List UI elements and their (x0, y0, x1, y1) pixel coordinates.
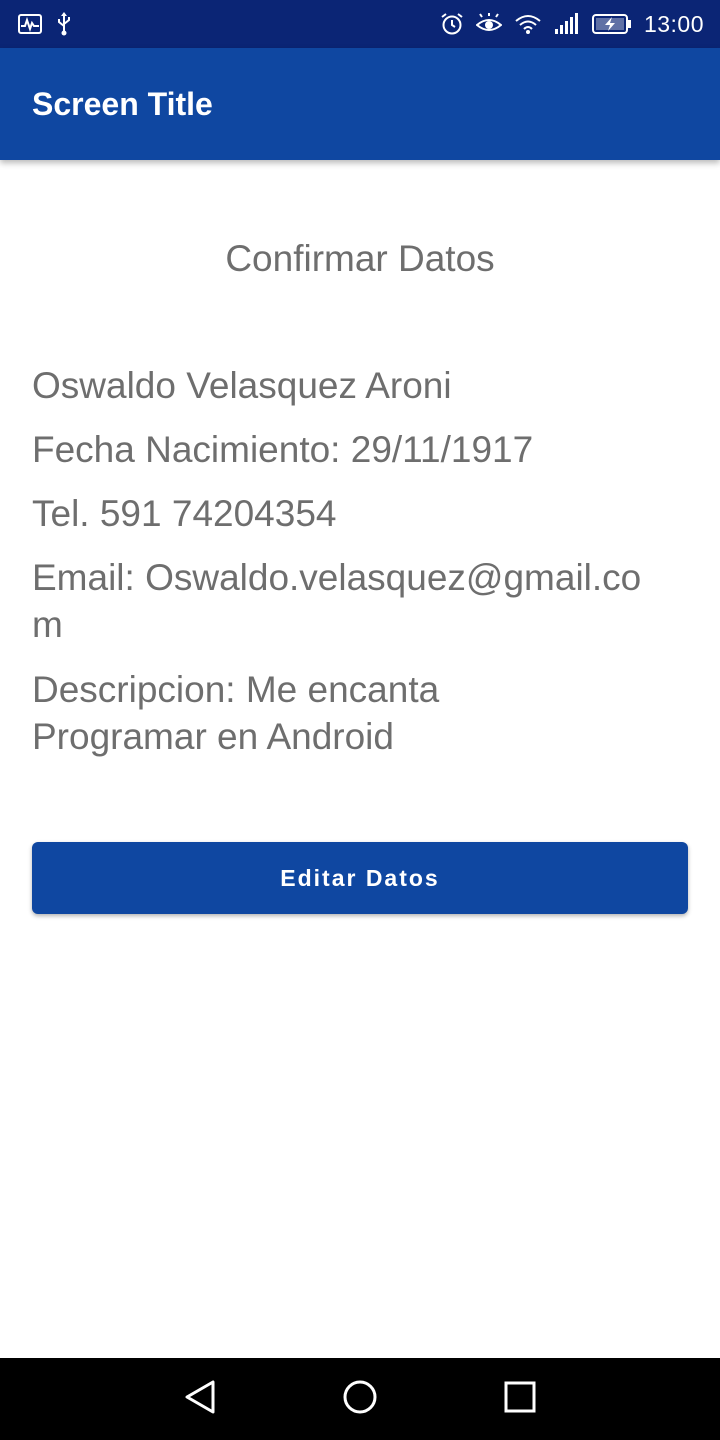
navigation-bar (0, 1358, 720, 1440)
birth-date-text: Fecha Nacimiento: 29/11/1917 (32, 429, 534, 470)
alarm-icon (440, 12, 464, 36)
recents-button[interactable] (470, 1358, 570, 1440)
edit-data-button[interactable]: Editar Datos (32, 842, 688, 914)
back-icon (183, 1379, 217, 1420)
status-time: 13:00 (643, 10, 704, 37)
battery-icon (591, 13, 632, 35)
phone-text: Tel. 591 74204354 (32, 493, 337, 534)
home-icon (342, 1379, 378, 1420)
status-right: 13:00 (440, 11, 704, 38)
email-text: Email: Oswaldo.velasquez@gmail.com (32, 557, 642, 645)
eye-icon (475, 13, 502, 35)
usb-icon (56, 12, 72, 36)
status-left (18, 12, 72, 36)
recents-icon (503, 1380, 537, 1419)
screen-title: Screen Title (32, 85, 213, 122)
back-button[interactable] (150, 1358, 250, 1440)
home-button[interactable] (310, 1358, 410, 1440)
activity-icon (18, 14, 42, 34)
wifi-icon (514, 13, 542, 35)
status-bar: 13:00 (0, 0, 720, 48)
page-heading: Confirmar Datos (225, 238, 495, 279)
screen: 13:00 Screen Title Confirmar Datos Oswal… (0, 0, 720, 1440)
app-bar: Screen Title (0, 48, 720, 160)
signal-icon (554, 13, 580, 35)
description-text: Descripcion: Me encanta Programar en And… (32, 669, 440, 757)
name-text: Oswaldo Velasquez Aroni (32, 365, 452, 406)
